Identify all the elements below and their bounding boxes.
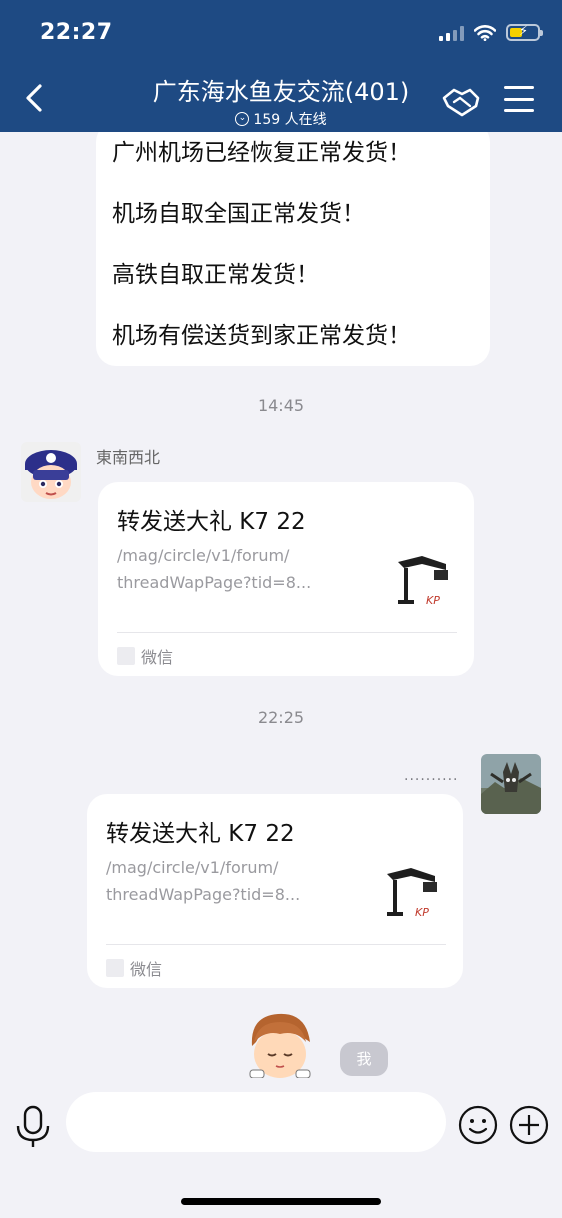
message-line: 机场有偿送货到家正常发货！ xyxy=(112,323,411,349)
chat-title-area[interactable]: 广东海水鱼友交流(401) ⌄ 159 人在线 xyxy=(120,72,442,129)
battery-icon: ⚡ xyxy=(506,24,543,41)
chevron-down-icon: ⌄ xyxy=(235,112,250,126)
chat-area[interactable]: 广州机场已经恢复正常发货！ 机场自取全国正常发货！ 高铁自取正常发货！ 机场有偿… xyxy=(0,132,562,1078)
message-line: 广州机场已经恢复正常发货！ xyxy=(112,140,411,166)
timestamp: 14:45 xyxy=(257,396,305,415)
card-desc-line: /mag/circle/v1/forum/ xyxy=(106,858,279,877)
source-label: 微信 xyxy=(130,960,163,979)
handshake-button[interactable] xyxy=(440,82,482,122)
announcement-bubble[interactable]: 广州机场已经恢复正常发货！ 机场自取全国正常发货！ 高铁自取正常发货！ 机场有偿… xyxy=(96,132,490,366)
link-card[interactable]: 转发送大礼 K7 22 /mag/circle/v1/forum/ thread… xyxy=(98,482,474,676)
card-title: 转发送大礼 K7 22 xyxy=(117,509,306,535)
card-desc-line: threadWapPage?tid=8... xyxy=(106,885,301,904)
microphone-button[interactable] xyxy=(14,1104,52,1148)
product-thumbnail: KP xyxy=(392,550,458,616)
card-source: 微信 xyxy=(117,644,173,668)
message-input[interactable] xyxy=(66,1092,446,1152)
source-label: 微信 xyxy=(141,648,174,667)
status-icons: ⚡ xyxy=(439,24,543,41)
card-description: /mag/circle/v1/forum/ threadWapPage?tid=… xyxy=(106,854,326,908)
card-desc-line: /mag/circle/v1/forum/ xyxy=(117,546,290,565)
source-app-icon xyxy=(117,647,135,665)
message-line: 高铁自取正常发货！ xyxy=(112,262,319,288)
card-divider xyxy=(117,632,457,633)
link-card[interactable]: 转发送大礼 K7 22 /mag/circle/v1/forum/ thread… xyxy=(87,794,463,988)
card-title: 转发送大礼 K7 22 xyxy=(106,821,295,847)
sticker-emoji-icon[interactable] xyxy=(244,1008,316,1078)
input-bar xyxy=(0,1078,562,1218)
card-source: 微信 xyxy=(106,956,162,980)
product-thumbnail: KP xyxy=(381,862,447,928)
cellular-signal-icon xyxy=(439,25,464,41)
avatar[interactable] xyxy=(21,442,81,502)
online-count[interactable]: ⌄ 159 人在线 xyxy=(120,109,442,129)
source-app-icon xyxy=(106,959,124,977)
home-indicator xyxy=(181,1198,381,1205)
timestamp: 22:25 xyxy=(257,708,305,727)
online-text: 159 人在线 xyxy=(253,112,327,128)
card-divider xyxy=(106,944,446,945)
sending-indicator: .......... xyxy=(404,768,459,784)
back-button[interactable] xyxy=(18,78,54,118)
svg-text:KP: KP xyxy=(415,906,429,919)
me-tag: 我 xyxy=(340,1042,388,1076)
status-time: 22:27 xyxy=(40,20,113,45)
card-description: /mag/circle/v1/forum/ threadWapPage?tid=… xyxy=(117,542,337,596)
page-title: 广东海水鱼友交流(401) xyxy=(152,78,410,106)
wifi-icon xyxy=(474,24,496,41)
my-avatar[interactable] xyxy=(481,754,541,814)
card-desc-line: threadWapPage?tid=8... xyxy=(117,573,312,592)
plus-button[interactable] xyxy=(509,1105,549,1145)
sender-name: 東南西北 xyxy=(96,448,161,467)
top-bar: 22:27 ⚡ 广东海水鱼友交流(401) ⌄ 159 人在线 xyxy=(0,0,562,132)
svg-text:KP: KP xyxy=(426,594,440,607)
message-line: 机场自取全国正常发货！ xyxy=(112,201,365,227)
emoji-button[interactable] xyxy=(458,1105,498,1145)
menu-button[interactable] xyxy=(504,86,534,112)
